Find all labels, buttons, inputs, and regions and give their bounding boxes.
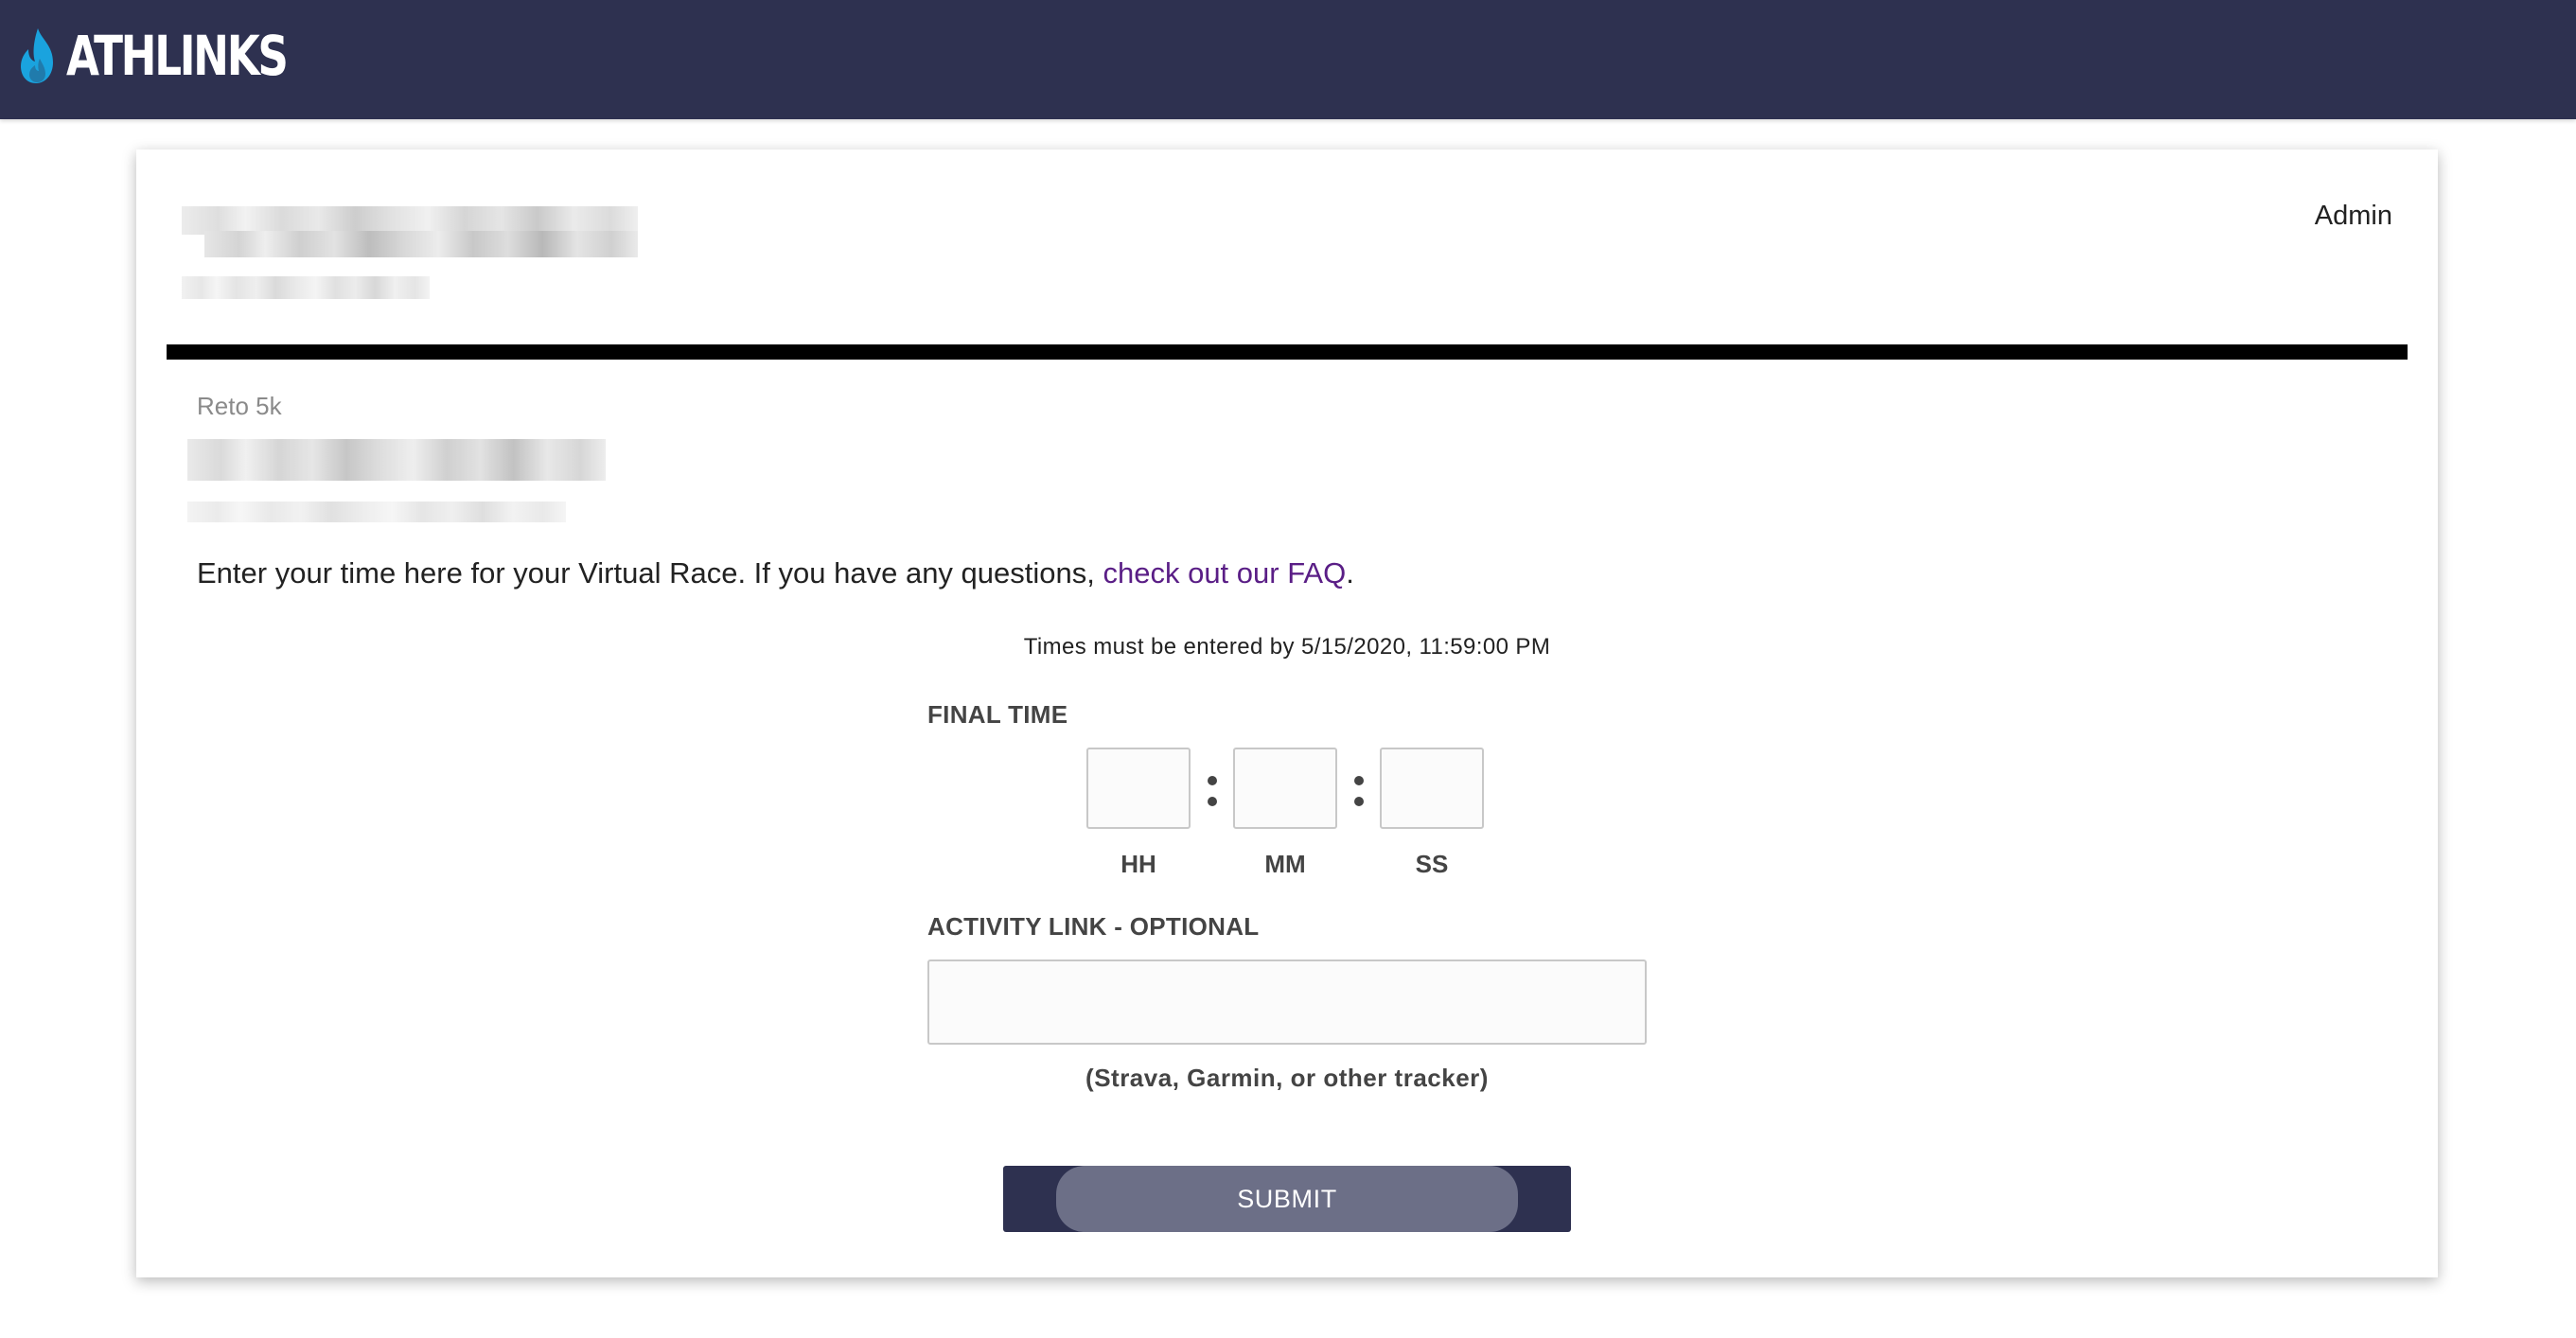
- activity-link-label: ACTIVITY LINK - OPTIONAL: [927, 912, 1260, 941]
- deadline-notice: Times must be entered by 5/15/2020, 11:5…: [1023, 634, 1551, 660]
- final-time-label: FINAL TIME: [927, 700, 1068, 729]
- redacted-name: [204, 231, 638, 257]
- athlinks-logo[interactable]: ATHLINKS: [17, 25, 348, 87]
- activity-link-hint: (Strava, Garmin, or other tracker): [1085, 1064, 1489, 1092]
- intro-period: .: [1346, 556, 1354, 590]
- redacted-race-title: [187, 439, 606, 481]
- seconds-unit-label: SS: [1415, 850, 1449, 878]
- section-divider: [167, 344, 2408, 360]
- event-name: Reto 5k: [197, 392, 282, 420]
- redacted-subtitle: [182, 276, 430, 299]
- intro-message: Enter your time here for your Virtual Ra…: [197, 556, 1103, 590]
- hours-input[interactable]: [1086, 748, 1191, 829]
- hours-unit-label: HH: [1120, 850, 1156, 878]
- brand-name: ATHLINKS: [66, 24, 289, 88]
- admin-link[interactable]: Admin: [2315, 201, 2392, 232]
- time-separator: [1354, 776, 1364, 808]
- submission-card: Admin Reto 5k Enter your time here for y…: [136, 150, 2438, 1277]
- top-navigation-bar: ATHLINKS: [0, 0, 2576, 119]
- intro-text: Enter your time here for your Virtual Ra…: [197, 556, 1354, 590]
- time-separator: [1208, 776, 1217, 808]
- redacted-race-date: [187, 502, 566, 522]
- submit-button[interactable]: SUBMIT: [1003, 1166, 1571, 1232]
- faq-link[interactable]: check out our FAQ: [1103, 556, 1346, 590]
- flame-icon: [21, 28, 53, 83]
- submit-button-label: SUBMIT: [1237, 1184, 1337, 1213]
- seconds-input[interactable]: [1380, 748, 1484, 829]
- minutes-unit-label: MM: [1264, 850, 1306, 878]
- minutes-input[interactable]: [1233, 748, 1337, 829]
- activity-link-input[interactable]: [927, 959, 1647, 1045]
